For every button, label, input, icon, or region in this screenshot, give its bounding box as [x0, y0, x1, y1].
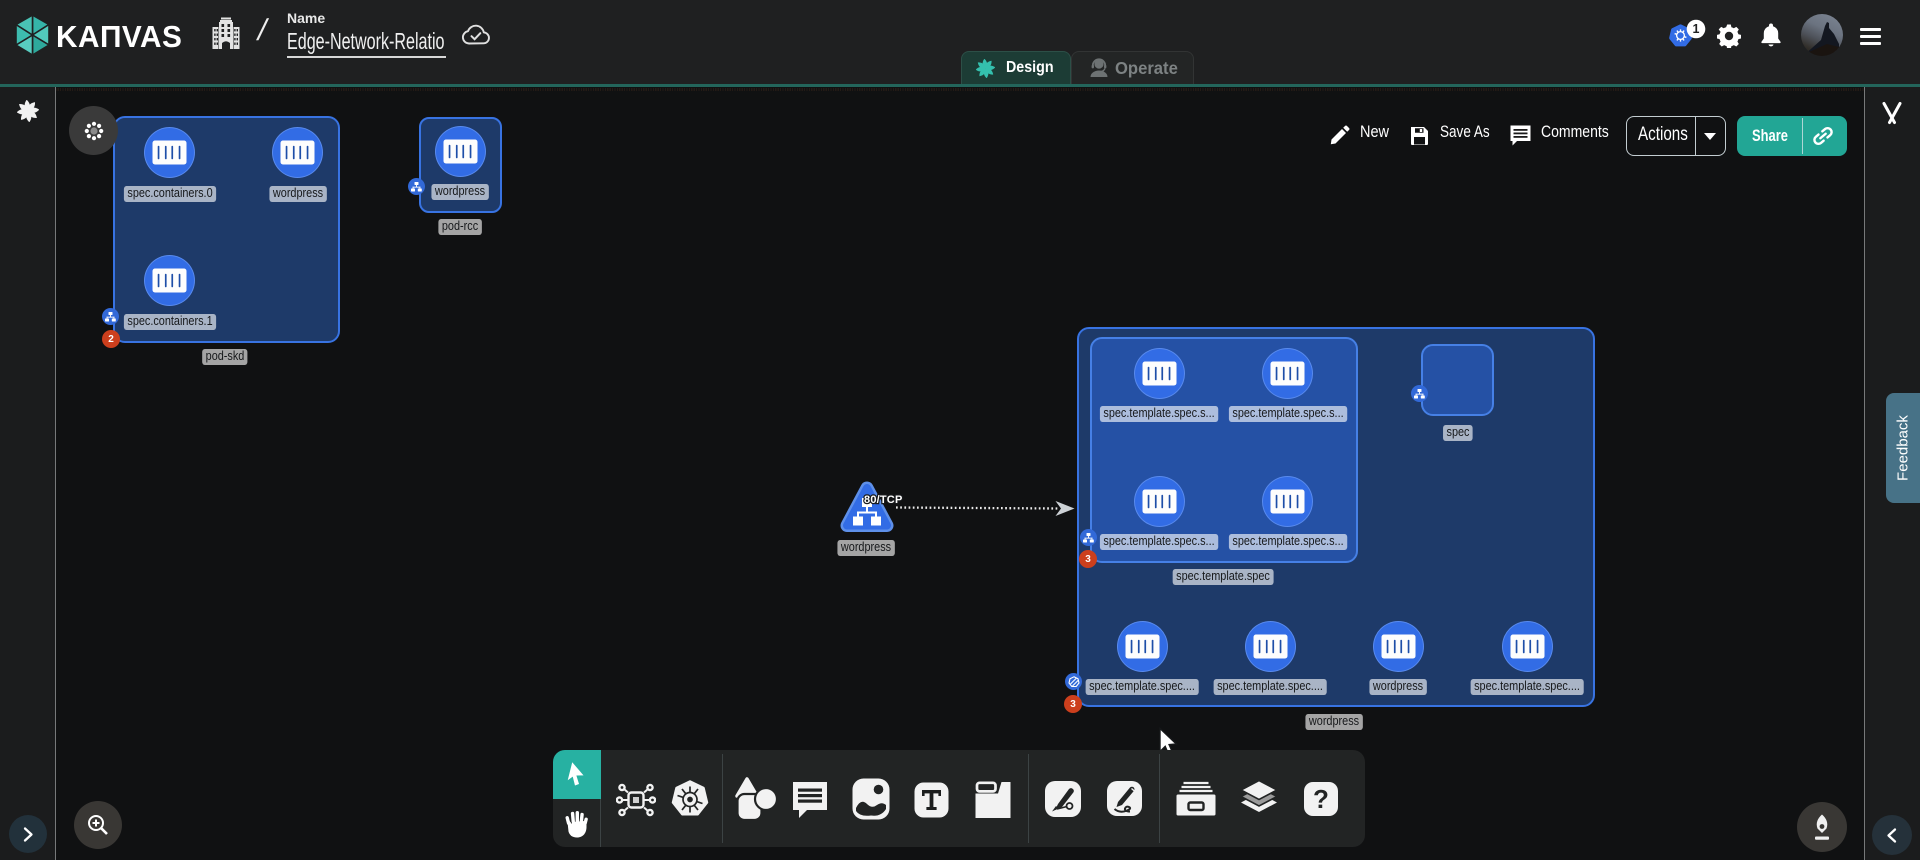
- svg-text:1: 1: [1693, 22, 1700, 36]
- svg-text:?: ?: [1313, 784, 1329, 814]
- svg-text:80/TCP: 80/TCP: [864, 494, 903, 506]
